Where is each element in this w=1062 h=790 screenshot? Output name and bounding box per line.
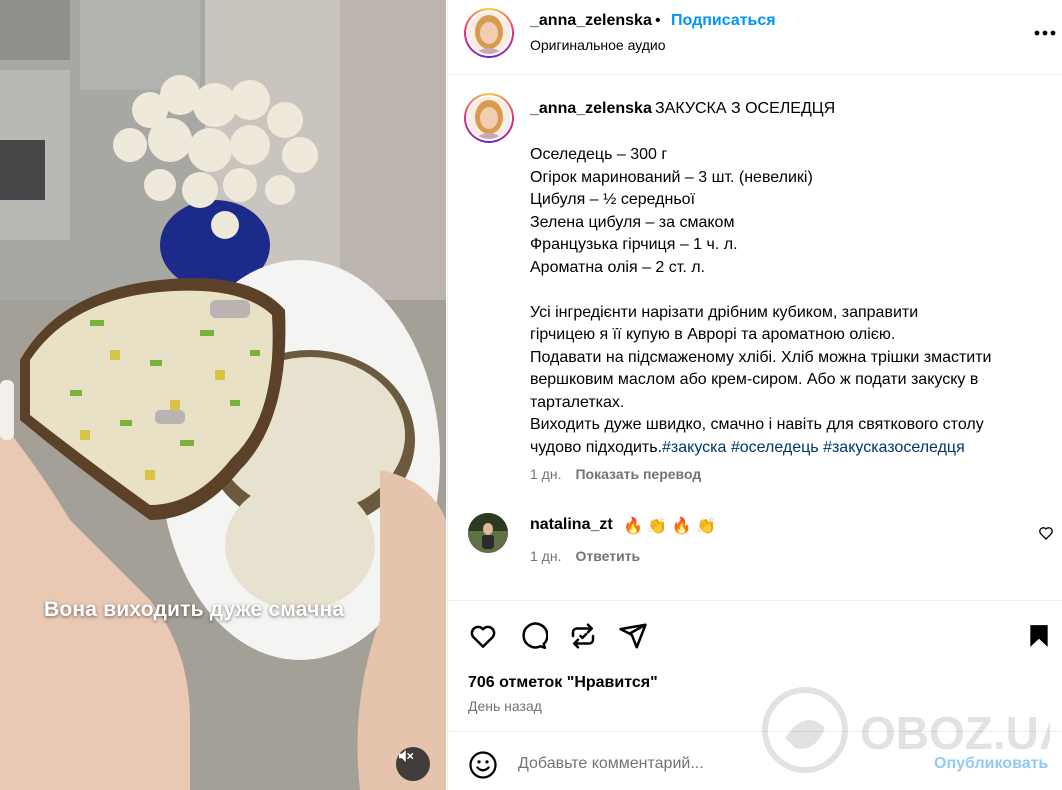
speaker-muted-icon [399, 750, 414, 762]
follow-button[interactable]: Подписаться [671, 12, 776, 30]
ingredient-line: Зелена цибуля – за смаком [530, 213, 735, 231]
comment-username[interactable]: natalina_zt [530, 516, 613, 534]
mute-button[interactable] [396, 747, 430, 781]
ingredient-line: Огірок маринований – 3 шт. (невеликі) [530, 168, 813, 186]
avatar-photo [468, 12, 510, 54]
reel-video[interactable]: Вона виходить дуже смачна [0, 0, 446, 790]
likes-count[interactable]: 706 отметок "Нравится" [468, 674, 658, 692]
caption-body: Оселедець – 300 г Огірок маринований – 3… [530, 144, 1045, 459]
ingredient-line: Французька гірчиця – 1 ч. л. [530, 236, 738, 253]
bookmark-icon[interactable] [1026, 621, 1052, 651]
comment-text: 🔥 👏 🔥 👏 [623, 518, 717, 535]
header-separator: • [655, 12, 661, 29]
instruction-line: Усі інгредієнти нарізати дрібним кубиком… [530, 303, 919, 321]
like-comment-heart-icon[interactable] [1038, 525, 1054, 541]
comment-meta: 1 дн. Ответить [530, 548, 640, 564]
ingredient-line: Ароматна олія – 2 ст. л. [530, 258, 705, 276]
post-panel: _anna_zelenska • Подписаться Оригинально… [447, 0, 1062, 790]
caption-time: 1 дн. [530, 466, 562, 482]
comment-time: 1 дн. [530, 548, 562, 564]
post-header: _anna_zelenska • Подписаться Оригинально… [448, 0, 1062, 75]
comment-input[interactable]: Добавьте комментарий... [518, 755, 704, 773]
instruction-line: Виходить дуже швидко, смачно і навіть дл… [530, 416, 984, 433]
comment-bar: Добавьте комментарий... Опубликовать [448, 731, 1062, 790]
heart-icon[interactable] [468, 621, 498, 651]
caption-avatar[interactable] [464, 93, 514, 143]
share-icon[interactable] [618, 621, 648, 651]
avatar[interactable] [464, 8, 514, 58]
instruction-line: тарталетках. [530, 393, 625, 411]
food-photo [0, 0, 446, 790]
comment-avatar[interactable] [468, 513, 508, 553]
post-date[interactable]: День назад [468, 698, 542, 714]
caption-meta: 1 дн. Показать перевод [530, 466, 701, 482]
ingredient-line: Оселедець – 300 г [530, 146, 668, 163]
emoji-icon[interactable] [468, 750, 498, 780]
header-username[interactable]: _anna_zelenska [530, 12, 652, 30]
ingredient-line: Цибуля – ½ середньої [530, 191, 696, 208]
video-caption: Вона виходить дуже смачна [44, 598, 345, 621]
caption-title: ЗАКУСКА З ОСЕЛЕДЦЯ [655, 100, 836, 117]
action-bar: 706 отметок "Нравится" День назад [448, 600, 1062, 730]
more-options-icon[interactable] [1034, 30, 1056, 36]
caption-username[interactable]: _anna_zelenska [530, 100, 652, 118]
avatar-photo [468, 97, 510, 139]
post-comment-button[interactable]: Опубликовать [934, 755, 1048, 773]
translate-button[interactable]: Показать перевод [575, 466, 701, 482]
instruction-line: гірчицею я її купую в Аврорі та ароматно… [530, 326, 896, 343]
hashtags-link[interactable]: #закуска #оселедець #закусказоселедця [662, 439, 965, 456]
repost-icon[interactable] [568, 621, 598, 651]
avatar-photo [468, 513, 508, 553]
comments-scroll-area[interactable]: _anna_zelenska ЗАКУСКА З ОСЕЛЕДЦЯ Оселед… [448, 76, 1062, 599]
comment-icon[interactable] [518, 621, 548, 651]
instruction-line: вершковим маслом або крем-сиром. Або ж п… [530, 371, 979, 388]
audio-link[interactable]: Оригинальное аудио [530, 37, 666, 53]
reply-button[interactable]: Ответить [575, 548, 640, 564]
instruction-line: Подавати на підсмаженому хлібі. Хліб мож… [530, 348, 992, 366]
instruction-line: чудово підходить. [530, 438, 663, 456]
